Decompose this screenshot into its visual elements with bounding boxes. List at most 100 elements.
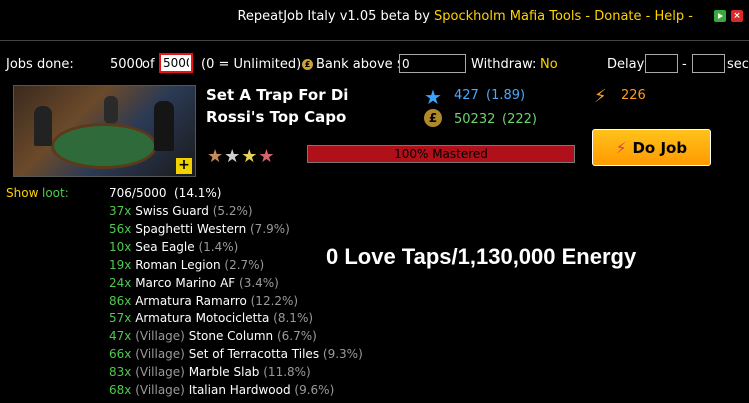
unlimited-hint: (0 = Unlimited) [201, 57, 302, 72]
delay-max-input[interactable] [692, 54, 725, 73]
by-label: by [413, 9, 430, 24]
loot-item: 24x Marco Marino AF (3.4%) [109, 276, 279, 290]
loot-name: Sea Eagle [135, 239, 195, 254]
delay-dash: - [682, 57, 687, 72]
star-filled-icon: ★ [241, 146, 259, 167]
app-title: RepeatJob Italy v1.05 beta [237, 9, 410, 24]
author-link[interactable]: Spockholm Mafia Tools [434, 9, 581, 24]
energy-value: 226 [621, 88, 646, 103]
loot-name: Set of Terracotta Tiles [188, 347, 320, 362]
separator: - [645, 9, 651, 24]
jobs-target-input[interactable] [159, 53, 193, 73]
job-title-line2: Rossi's Top Capo [206, 108, 347, 126]
loot-village-tag: (Village) [135, 383, 185, 397]
loot-item: 47x (Village) Stone Column (6.7%) [109, 329, 317, 343]
delay-label: Delay [607, 57, 645, 72]
loot-pct: (6.7%) [276, 329, 317, 344]
loot-name: Armatura Ramarro [135, 293, 247, 308]
star-filled-icon: ★ [224, 146, 242, 167]
loot-item: 19x Roman Legion (2.7%) [109, 258, 264, 272]
loot-item: 68x (Village) Italian Hardwood (9.6%) [109, 383, 334, 397]
loot-count: 19x [109, 257, 132, 272]
star-filled-icon: ★ [207, 146, 225, 167]
loot-pct: (7.9%) [250, 221, 290, 236]
loot-name: Marble Slab [188, 365, 260, 380]
love-taps-overlay: 0 Love Taps/1,130,000 Energy [326, 244, 637, 269]
loot-summary-pct: (14.1%) [174, 186, 222, 200]
loot-village-tag: (Village) [135, 347, 185, 362]
loot-item: 57x Armatura Motocicletta (8.1%) [109, 311, 313, 325]
loot-name: Italian Hardwood [188, 383, 291, 397]
mastery-text: 100% Mastered [394, 147, 488, 161]
loot-label: loot: [42, 186, 69, 200]
separator: - [585, 9, 591, 24]
play-icon[interactable] [714, 10, 726, 22]
mastery-progress-bar: 100% Mastered [307, 145, 575, 163]
bank-label: Bank above $ [316, 57, 406, 72]
do-job-button[interactable]: ⚡ Do Job [592, 129, 711, 166]
energy-bolt-icon: ⚡ [594, 86, 607, 107]
of-label: of [142, 57, 155, 72]
loot-name: Swiss Guard [135, 204, 209, 218]
jobs-done-label: Jobs done: [6, 57, 74, 72]
withdraw-label: Withdraw: [471, 57, 537, 72]
bank-amount-input[interactable] [399, 54, 466, 73]
loot-pct: (2.7%) [224, 257, 265, 272]
do-job-label: Do Job [632, 138, 688, 157]
close-icon[interactable]: × [731, 10, 743, 22]
loot-count: 37x [109, 204, 132, 218]
help-link[interactable]: Help [655, 9, 685, 24]
loot-pct: (5.2%) [212, 204, 253, 218]
loot-item: 86x Armatura Ramarro (12.2%) [109, 294, 298, 308]
sec-label: sec [727, 57, 749, 72]
loot-count: 10x [109, 239, 132, 254]
loot-item: 83x (Village) Marble Slab (11.8%) [109, 365, 311, 379]
loot-name: Stone Column [188, 329, 274, 344]
job-image [13, 85, 196, 177]
loot-summary: 706/5000 [109, 186, 167, 200]
loot-count: 47x [109, 329, 132, 344]
figure-shape [154, 101, 174, 151]
loot-pct: (9.6%) [294, 383, 335, 397]
plus-icon[interactable]: + [176, 158, 192, 174]
loot-count: 56x [109, 221, 132, 236]
energy-bolt-icon: ⚡ [615, 138, 627, 157]
separator: - [688, 9, 693, 24]
money-ratio: (222) [502, 112, 537, 127]
loot-village-tag: (Village) [135, 365, 185, 380]
donate-link[interactable]: Donate [594, 9, 641, 24]
loot-count: 24x [109, 275, 132, 290]
figure-shape [104, 96, 118, 124]
loot-name: Marco Marino AF [135, 275, 236, 290]
loot-pct: (9.3%) [322, 347, 363, 362]
xp-ratio: (1.89) [486, 88, 526, 103]
money-value: 50232 [454, 112, 496, 127]
star-filled-icon: ★ [258, 146, 276, 167]
loot-count: 68x [109, 383, 132, 397]
mastery-stars: ★★★★ [207, 146, 276, 167]
loot-name: Spaghetti Western [135, 221, 247, 236]
loot-count: 66x [109, 347, 132, 362]
jobs-done-value: 5000 [110, 57, 144, 72]
title-bar: RepeatJob Italy v1.05 beta by Spockholm … [237, 9, 693, 24]
show-loot-link[interactable]: Show [6, 186, 38, 200]
withdraw-toggle[interactable]: No [540, 57, 558, 72]
delay-min-input[interactable] [645, 54, 678, 73]
loot-count: 83x [109, 365, 132, 380]
loot-village-tag: (Village) [135, 329, 185, 344]
loot-pct: (8.1%) [273, 311, 314, 326]
loot-count: 86x [109, 293, 132, 308]
loot-name: Roman Legion [135, 257, 221, 272]
loot-item: 66x (Village) Set of Terracotta Tiles (9… [109, 347, 363, 361]
loot-item: 37x Swiss Guard (5.2%) [109, 204, 253, 218]
bank-coin-icon: ₤ [302, 59, 313, 70]
loot-count: 57x [109, 311, 132, 326]
loot-item: 56x Spaghetti Western (7.9%) [109, 222, 290, 236]
experience-star-icon: ★ [424, 85, 442, 109]
loot-pct: (1.4%) [198, 239, 239, 254]
figure-shape [34, 106, 52, 146]
loot-pct: (12.2%) [250, 293, 299, 308]
job-title-line1: Set A Trap For Di [206, 86, 349, 104]
loot-item: 10x Sea Eagle (1.4%) [109, 240, 238, 254]
header-divider [0, 40, 749, 41]
